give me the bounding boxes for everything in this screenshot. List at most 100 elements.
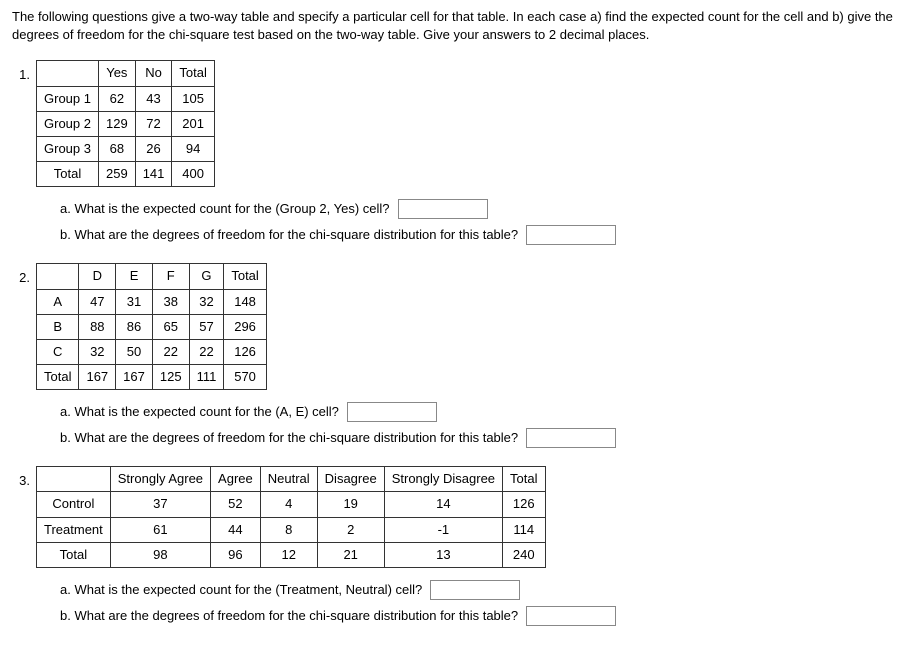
table-cell: 22 — [189, 339, 224, 364]
table-cell: 148 — [224, 289, 266, 314]
table-cell: Total — [224, 264, 266, 289]
table-cell: 94 — [172, 136, 214, 161]
answer-input-2b[interactable] — [526, 428, 616, 448]
question-1a: a. What is the expected count for the (G… — [60, 199, 912, 219]
question-text: a. What is the expected count for the (T… — [60, 581, 422, 599]
table-1: Yes No Total Group 1 62 43 105 Group 2 1… — [36, 60, 215, 187]
table-cell: Agree — [211, 467, 261, 492]
table-cell: 72 — [135, 111, 172, 136]
table-cell: Strongly Agree — [110, 467, 210, 492]
table-cell: 126 — [503, 492, 545, 517]
answer-input-1b[interactable] — [526, 225, 616, 245]
table-cell: 43 — [135, 86, 172, 111]
table-cell: 2 — [317, 517, 384, 542]
question-text: b. What are the degrees of freedom for t… — [60, 607, 518, 625]
table-cell: E — [116, 264, 153, 289]
table-cell: 570 — [224, 365, 266, 390]
table-cell: 61 — [110, 517, 210, 542]
table-cell: 50 — [116, 339, 153, 364]
table-cell: 47 — [79, 289, 116, 314]
question-text: a. What is the expected count for the (G… — [60, 200, 390, 218]
table-2: D E F G Total A 47 31 38 32 148 B 88 86 … — [36, 263, 267, 390]
table-cell: 86 — [116, 314, 153, 339]
table-cell: 201 — [172, 111, 214, 136]
table-cell: F — [152, 264, 189, 289]
table-cell: Group 2 — [37, 111, 99, 136]
table-cell: B — [37, 314, 79, 339]
table-cell: Group 3 — [37, 136, 99, 161]
question-text: b. What are the degrees of freedom for t… — [60, 429, 518, 447]
table-cell: Strongly Disagree — [384, 467, 502, 492]
answer-input-3b[interactable] — [526, 606, 616, 626]
table-cell — [37, 264, 79, 289]
table-cell: Disagree — [317, 467, 384, 492]
table-cell: 125 — [152, 365, 189, 390]
table-cell — [37, 61, 99, 86]
table-cell: 37 — [110, 492, 210, 517]
table-cell: Control — [37, 492, 111, 517]
table-cell: 31 — [116, 289, 153, 314]
question-block-1: a. What is the expected count for the (G… — [60, 199, 912, 245]
table-cell: 96 — [211, 542, 261, 567]
table-cell: A — [37, 289, 79, 314]
answer-input-3a[interactable] — [430, 580, 520, 600]
question-text: b. What are the degrees of freedom for t… — [60, 226, 518, 244]
question-block-3: a. What is the expected count for the (T… — [60, 580, 912, 626]
answer-input-1a[interactable] — [398, 199, 488, 219]
table-cell: 32 — [189, 289, 224, 314]
table-cell: 44 — [211, 517, 261, 542]
table-cell: Total — [37, 542, 111, 567]
table-cell: Total — [503, 467, 545, 492]
answer-input-2a[interactable] — [347, 402, 437, 422]
table-cell: 129 — [98, 111, 135, 136]
table-cell: Neutral — [260, 467, 317, 492]
table-cell: D — [79, 264, 116, 289]
question-2b: b. What are the degrees of freedom for t… — [60, 428, 912, 448]
table-cell: Group 1 — [37, 86, 99, 111]
question-text: a. What is the expected count for the (A… — [60, 403, 339, 421]
table-cell: 4 — [260, 492, 317, 517]
table-cell: 167 — [116, 365, 153, 390]
table-cell: Yes — [98, 61, 135, 86]
question-3a: a. What is the expected count for the (T… — [60, 580, 912, 600]
table-cell: 141 — [135, 162, 172, 187]
table-cell: 32 — [79, 339, 116, 364]
table-cell: Total — [37, 162, 99, 187]
table-cell: 14 — [384, 492, 502, 517]
table-cell: G — [189, 264, 224, 289]
table-cell: 65 — [152, 314, 189, 339]
table-3: Strongly Agree Agree Neutral Disagree St… — [36, 466, 546, 568]
table-cell: 105 — [172, 86, 214, 111]
table-cell: C — [37, 339, 79, 364]
table-cell: 38 — [152, 289, 189, 314]
table-cell: 19 — [317, 492, 384, 517]
table-cell: 296 — [224, 314, 266, 339]
table-cell: 111 — [189, 365, 224, 390]
intro-text: The following questions give a two-way t… — [12, 8, 912, 44]
question-3b: b. What are the degrees of freedom for t… — [60, 606, 912, 626]
table-cell: -1 — [384, 517, 502, 542]
table-cell: 259 — [98, 162, 135, 187]
problem-number: 3. — [12, 466, 36, 490]
table-cell: 167 — [79, 365, 116, 390]
table-cell: 114 — [503, 517, 545, 542]
table-cell: 88 — [79, 314, 116, 339]
table-cell: 98 — [110, 542, 210, 567]
problem-2: 2. D E F G Total A 47 31 38 32 148 B 88 … — [12, 263, 912, 390]
table-cell: 57 — [189, 314, 224, 339]
table-cell: 400 — [172, 162, 214, 187]
table-cell: 68 — [98, 136, 135, 161]
problem-number: 1. — [12, 60, 36, 84]
problem-3: 3. Strongly Agree Agree Neutral Disagree… — [12, 466, 912, 568]
question-block-2: a. What is the expected count for the (A… — [60, 402, 912, 448]
table-cell: Total — [172, 61, 214, 86]
table-cell: 21 — [317, 542, 384, 567]
table-cell: 8 — [260, 517, 317, 542]
table-cell: 240 — [503, 542, 545, 567]
question-1b: b. What are the degrees of freedom for t… — [60, 225, 912, 245]
table-cell: No — [135, 61, 172, 86]
problem-number: 2. — [12, 263, 36, 287]
table-cell — [37, 467, 111, 492]
table-cell: 62 — [98, 86, 135, 111]
question-2a: a. What is the expected count for the (A… — [60, 402, 912, 422]
